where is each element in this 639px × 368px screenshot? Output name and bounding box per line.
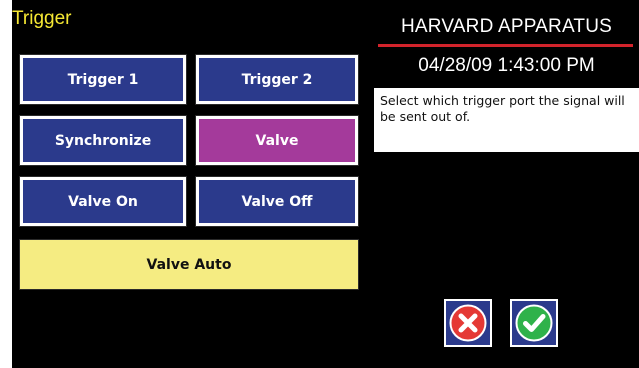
trigger-1-button[interactable]: Trigger 1: [19, 54, 187, 105]
valve-auto-button[interactable]: Valve Auto: [19, 239, 359, 290]
cancel-x-icon: [449, 304, 487, 342]
datetime-display: 04/28/09 1:43:00 PM: [418, 55, 595, 76]
trigger-2-button[interactable]: Trigger 2: [195, 54, 359, 105]
trigger-screen: Trigger Trigger 1 Trigger 2 Synchronize …: [12, 0, 639, 368]
cancel-button[interactable]: [444, 299, 492, 347]
page-title: Trigger: [12, 8, 72, 29]
valve-on-button[interactable]: Valve On: [19, 176, 187, 227]
valve-button[interactable]: Valve: [195, 115, 359, 166]
brand-name: HARVARD APPARATUS: [400, 16, 613, 37]
confirm-button[interactable]: [510, 299, 558, 347]
valve-off-button[interactable]: Valve Off: [195, 176, 359, 227]
synchronize-button[interactable]: Synchronize: [19, 115, 187, 166]
brand-divider: [378, 44, 633, 47]
help-text: Select which trigger port the signal wil…: [374, 88, 639, 152]
confirm-check-icon: [515, 304, 553, 342]
